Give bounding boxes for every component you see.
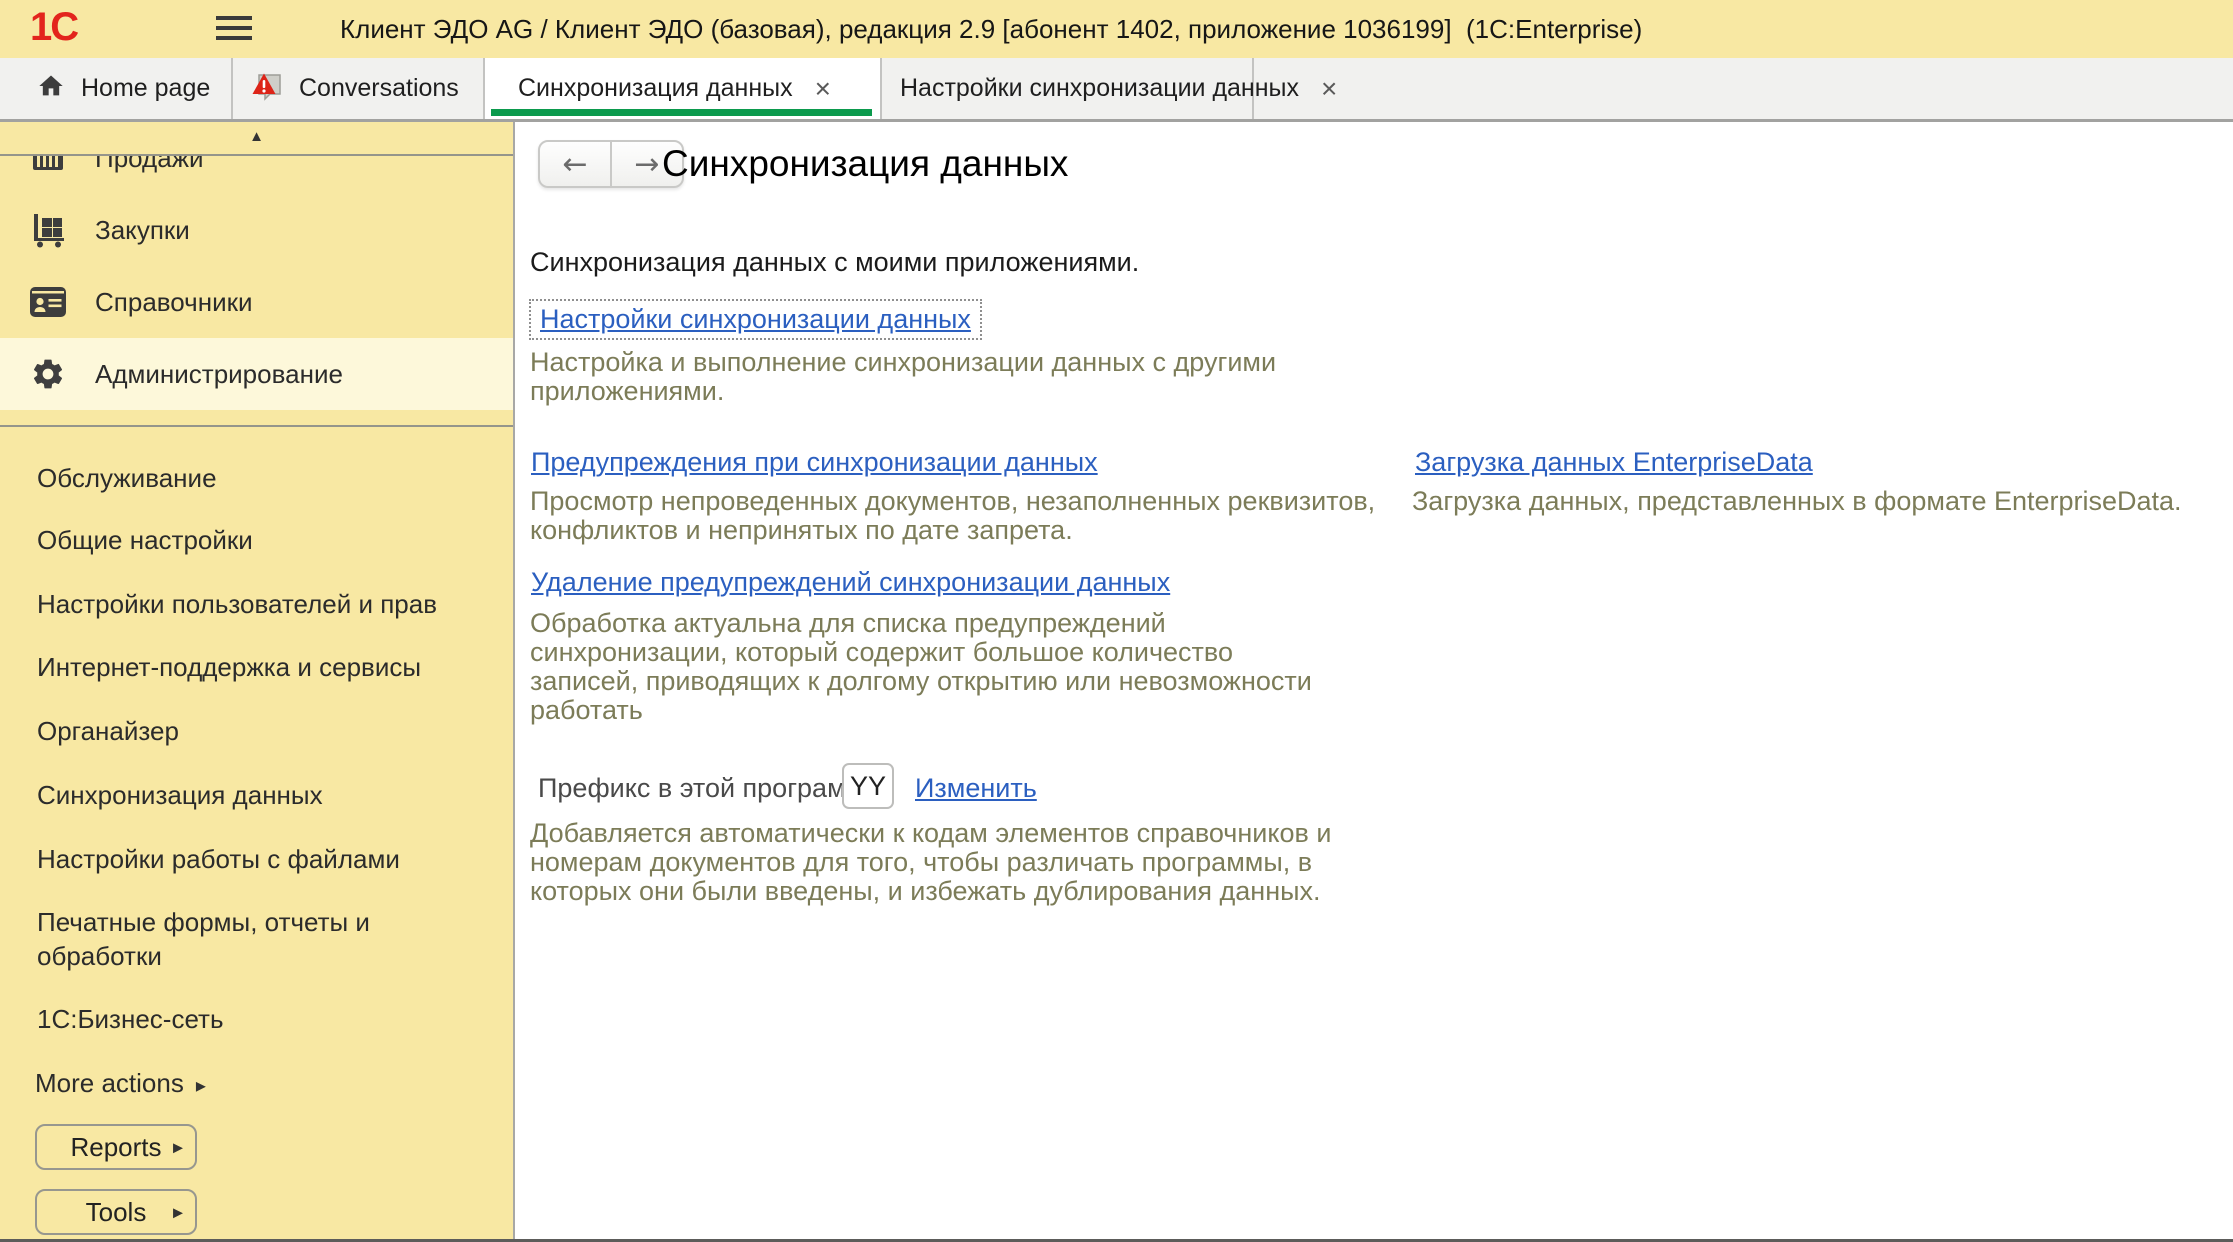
tab-label: Синхронизация данных xyxy=(518,74,793,103)
link-sync-settings[interactable]: Настройки синхронизации данных xyxy=(540,304,971,334)
prefix-input[interactable] xyxy=(842,763,894,809)
link-sync-warnings[interactable]: Предупреждения при синхронизации данных xyxy=(531,447,1098,478)
sidebar-item-label: Закупки xyxy=(95,215,190,246)
sidebar-item-purchases[interactable]: Закупки xyxy=(0,194,513,266)
application-window: 1С Клиент ЭДО AG / Клиент ЭДО (базовая),… xyxy=(0,0,2233,1242)
main-content: ← → Синхронизация данных Синхронизация д… xyxy=(517,122,2233,1242)
sidebar-divider xyxy=(0,425,513,427)
gear-icon xyxy=(30,356,66,392)
tab-label: Настройки синхронизации данных xyxy=(900,74,1299,103)
sidebar-item-file-settings[interactable]: Настройки работы с файлами xyxy=(37,837,400,881)
back-button[interactable]: ← xyxy=(538,140,612,188)
tab-conversations[interactable]: Conversations xyxy=(233,58,485,119)
home-icon xyxy=(36,72,66,105)
sync-settings-description: Настройка и выполнение синхронизации дан… xyxy=(530,348,1276,406)
sidebar-item-organizer[interactable]: Органайзер xyxy=(37,709,179,753)
sidebar-scroll-up[interactable]: ▲ xyxy=(0,122,513,156)
link-enterprise-data-load[interactable]: Загрузка данных EnterpriseData xyxy=(1415,447,1813,478)
triangle-right-icon: ▸ xyxy=(173,1135,183,1160)
sidebar-item-administration[interactable]: Администрирование xyxy=(0,338,513,410)
link-delete-sync-warnings[interactable]: Удаление предупреждений синхронизации да… xyxy=(531,567,1170,598)
sidebar-item-user-rights-settings[interactable]: Настройки пользователей и прав xyxy=(37,582,437,626)
tools-button[interactable]: Tools ▸ xyxy=(35,1189,197,1235)
sidebar-item-catalogs[interactable]: Справочники xyxy=(0,266,513,338)
title-bar: 1С Клиент ЭДО AG / Клиент ЭДО (базовая),… xyxy=(0,0,2233,58)
sidebar-item-label: Справочники xyxy=(95,287,253,318)
arrow-right-icon: → xyxy=(634,147,659,182)
main-menu-hamburger-icon[interactable] xyxy=(216,16,254,42)
sidebar-item-internet-support[interactable]: Интернет-поддержка и сервисы xyxy=(37,645,421,689)
window-title: Клиент ЭДО AG / Клиент ЭДО (базовая), ре… xyxy=(340,0,1642,58)
tab-data-sync-active[interactable]: Синхронизация данных × xyxy=(485,58,882,119)
enterprise-data-description: Загрузка данных, представленных в формат… xyxy=(1412,487,2182,516)
more-actions-link[interactable]: More actions ▸ xyxy=(35,1061,206,1105)
prefix-label: Префикс в этой программе: xyxy=(538,773,887,803)
arrow-left-icon: ← xyxy=(562,147,587,182)
page-title: Синхронизация данных xyxy=(662,140,1068,188)
triangle-right-icon: ▸ xyxy=(173,1200,183,1225)
sidebar-item-data-sync[interactable]: Синхронизация данных xyxy=(37,773,323,817)
contacts-card-icon xyxy=(30,287,66,317)
sidebar-item-print-forms[interactable]: Печатные формы, отчеты и обработки xyxy=(37,905,370,977)
tab-data-sync-settings[interactable]: Настройки синхронизации данных × xyxy=(882,58,1254,119)
reports-label: Reports xyxy=(70,1132,161,1163)
sync-warnings-description: Просмотр непроведенных документов, незап… xyxy=(530,487,1375,545)
close-icon[interactable]: × xyxy=(1321,75,1337,103)
close-icon[interactable]: × xyxy=(815,75,831,103)
sidebar: Продажи Закупки xyxy=(0,122,515,1242)
1c-logo-icon: 1С xyxy=(30,5,77,50)
focused-link-box: Настройки синхронизации данных xyxy=(529,299,982,340)
sidebar-item-maintenance[interactable]: Обслуживание xyxy=(37,456,217,500)
more-actions-label: More actions xyxy=(35,1068,184,1098)
sidebar-item-label: Администрирование xyxy=(95,359,343,390)
purchases-cart-icon xyxy=(30,212,66,248)
tab-label: Conversations xyxy=(299,74,459,103)
conversations-alert-icon xyxy=(251,70,283,107)
sidebar-item-business-network[interactable]: 1С:Бизнес-сеть xyxy=(37,997,224,1041)
tools-label: Tools xyxy=(86,1197,147,1228)
tab-home-page[interactable]: Home page xyxy=(0,58,233,119)
delete-sync-warnings-description: Обработка актуальна для списка предупреж… xyxy=(530,609,1312,725)
intro-text: Синхронизация данных с моими приложениям… xyxy=(530,247,1139,277)
triangle-right-icon: ▸ xyxy=(196,1075,206,1097)
prefix-description: Добавляется автоматически к кодам элемен… xyxy=(530,819,1331,906)
tab-label: Home page xyxy=(81,74,210,103)
tab-bar: Home page Conversations Синхронизация да… xyxy=(0,58,2233,122)
sidebar-item-general-settings[interactable]: Общие настройки xyxy=(37,518,253,562)
reports-button[interactable]: Reports ▸ xyxy=(35,1124,197,1170)
change-prefix-link[interactable]: Изменить xyxy=(915,773,1037,804)
scroll-up-icon: ▲ xyxy=(249,128,264,145)
